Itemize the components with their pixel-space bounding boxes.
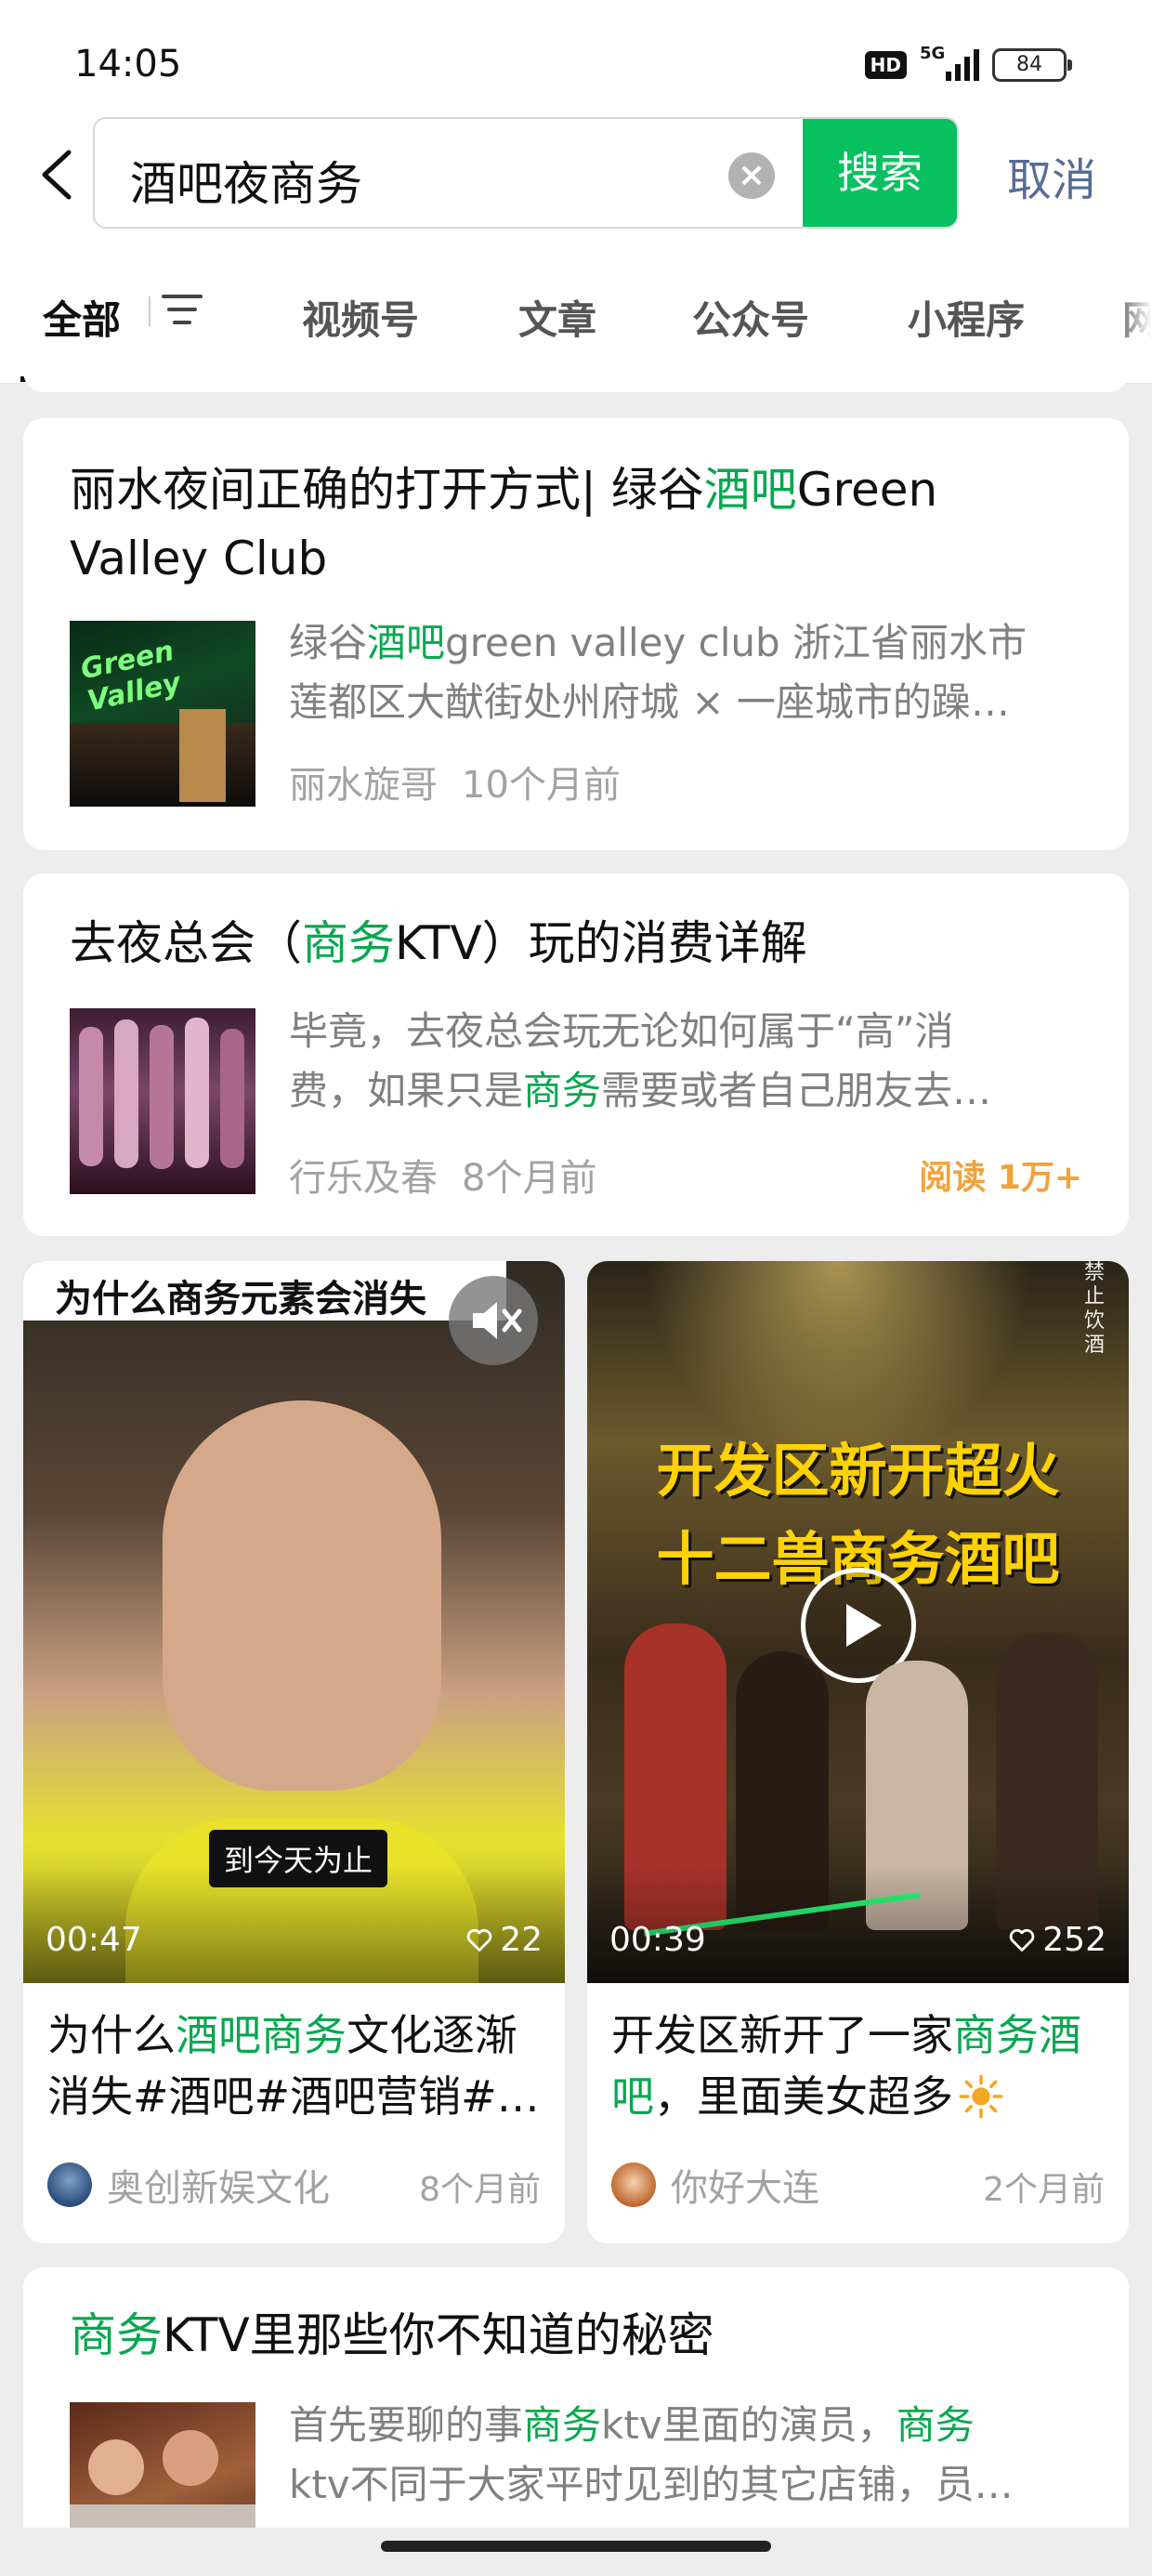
tab-articles[interactable]: 文章 bbox=[518, 289, 596, 346]
article-title[interactable]: 丽水夜间正确的打开方式| 绿谷酒吧Green Valley Club bbox=[70, 455, 1082, 593]
battery-icon: 84 bbox=[992, 48, 1072, 82]
video-likes: 22 bbox=[466, 1921, 543, 1959]
tab-official-accounts[interactable]: 公众号 bbox=[692, 289, 809, 346]
author-name[interactable]: 奥创新娱文化 bbox=[107, 2158, 330, 2212]
video-title[interactable]: 为什么酒吧商务文化逐渐 消失#酒吧#酒吧营销#… bbox=[47, 2004, 544, 2127]
article-time: 8个月前 bbox=[462, 1157, 597, 1200]
video-thumbnail[interactable]: 开发区新开超火 十二兽商务酒吧 禁止饮酒 bbox=[587, 1261, 1129, 1983]
network-type: 5G bbox=[920, 44, 946, 63]
status-icons: HD 5G 84 bbox=[864, 44, 1072, 82]
video-likes: 252 bbox=[1009, 1921, 1106, 1959]
article-card[interactable]: 丽水夜间正确的打开方式| 绿谷酒吧Green Valley Club Green… bbox=[23, 418, 1129, 850]
search-button[interactable]: 搜索 bbox=[803, 119, 957, 227]
video-card[interactable]: 开发区新开超火 十二兽商务酒吧 禁止饮酒 00:39 252 开发区新开了一家商… bbox=[587, 1261, 1129, 2243]
video-author[interactable]: 你好大连 bbox=[611, 2158, 819, 2212]
article-snippet: 首先要聊的事商务ktv里面的演员，商务 ktv不同于大家平时见到的其它店铺，员… bbox=[289, 2402, 1014, 2507]
video-card[interactable]: 为什么商务元素会消失 到今天为止 00:47 22 为什么酒吧商务文化逐渐 消失… bbox=[23, 1261, 565, 2243]
search-query[interactable]: 酒吧夜商务 bbox=[130, 147, 362, 214]
tab-channels[interactable]: 视频号 bbox=[302, 289, 419, 346]
tab-mini-programs[interactable]: 小程序 bbox=[908, 289, 1025, 346]
video-overlay-title: 为什么商务元素会消失 bbox=[23, 1261, 506, 1321]
avatar[interactable] bbox=[611, 2162, 656, 2207]
status-time: 14:05 bbox=[74, 43, 182, 85]
battery-level: 84 bbox=[1016, 53, 1042, 76]
article-time: 10个月前 bbox=[462, 764, 621, 807]
article-author: 丽水旋哥 bbox=[289, 764, 438, 807]
article-snippet: 绿谷酒吧green valley club 浙江省丽水市 莲都区大猷街处州府城 … bbox=[289, 620, 1028, 725]
heart-icon bbox=[1009, 1928, 1035, 1952]
article-author: 行乐及春 bbox=[289, 1157, 438, 1200]
article-snippet: 毕竟，去夜总会玩无论如何属于“高”消 费，如果只是商务需要或者自己朋友去… bbox=[289, 1008, 992, 1113]
article-thumbnail bbox=[70, 1008, 255, 1194]
video-side-text: 禁止饮酒 bbox=[1084, 1261, 1106, 1357]
article-meta: 丽水旋哥 10个月前 bbox=[289, 755, 621, 808]
filter-icon[interactable] bbox=[149, 295, 203, 326]
article-card[interactable]: 商务KTV里那些你不知道的秘密 首先要聊的事商务ktv里面的演员，商务 ktv不… bbox=[23, 2267, 1129, 2528]
video-author[interactable]: 奥创新娱文化 bbox=[47, 2158, 330, 2212]
author-name[interactable]: 你好大连 bbox=[671, 2158, 819, 2212]
previous-card-edge bbox=[23, 372, 1129, 392]
video-duration: 00:39 bbox=[609, 1921, 706, 1959]
category-tabs: 全部 视频号 文章 公众号 小程序 网 bbox=[0, 237, 1152, 384]
article-title[interactable]: 商务KTV里那些你不知道的秘密 bbox=[70, 2301, 1082, 2370]
avatar[interactable] bbox=[47, 2162, 92, 2207]
home-indicator[interactable] bbox=[381, 2541, 771, 2552]
video-time: 2个月前 bbox=[983, 2171, 1105, 2209]
article-meta: 行乐及春 8个月前 bbox=[289, 1148, 596, 1202]
heart-icon bbox=[466, 1928, 492, 1952]
video-time: 8个月前 bbox=[419, 2171, 541, 2209]
article-title[interactable]: 去夜总会（商务KTV）玩的消费详解 bbox=[70, 909, 1082, 978]
search-bar: 酒吧夜商务 × 搜索 取消 bbox=[0, 112, 1152, 237]
status-bar: 14:05 HD 5G 84 bbox=[0, 0, 1152, 112]
article-card[interactable]: 去夜总会（商务KTV）玩的消费详解 毕竟，去夜总会玩无论如何属于“高”消 费，如… bbox=[23, 874, 1129, 1236]
read-count: 阅读 1万+ bbox=[919, 1159, 1082, 1197]
video-duration: 00:47 bbox=[46, 1921, 142, 1959]
cancel-button[interactable]: 取消 bbox=[1007, 143, 1096, 208]
article-thumbnail: Green Valley bbox=[70, 621, 255, 807]
video-title[interactable]: 开发区新开了一家商务酒 吧，里面美女超多 bbox=[611, 2004, 1108, 2127]
back-arrow-icon[interactable] bbox=[35, 147, 78, 203]
hd-icon: HD bbox=[864, 51, 907, 79]
clear-icon[interactable]: × bbox=[728, 152, 775, 199]
search-input[interactable]: 酒吧夜商务 × 搜索 bbox=[93, 117, 959, 229]
sun-icon bbox=[959, 2074, 1003, 2119]
video-thumbnail[interactable]: 为什么商务元素会消失 到今天为止 bbox=[23, 1261, 565, 1983]
signal-icon: 5G bbox=[920, 44, 979, 81]
mute-icon[interactable] bbox=[449, 1276, 538, 1365]
video-overlay-line1: 开发区新开超火 bbox=[656, 1437, 1060, 1505]
tab-all[interactable]: 全部 bbox=[43, 289, 121, 346]
article-thumbnail bbox=[70, 2402, 255, 2528]
